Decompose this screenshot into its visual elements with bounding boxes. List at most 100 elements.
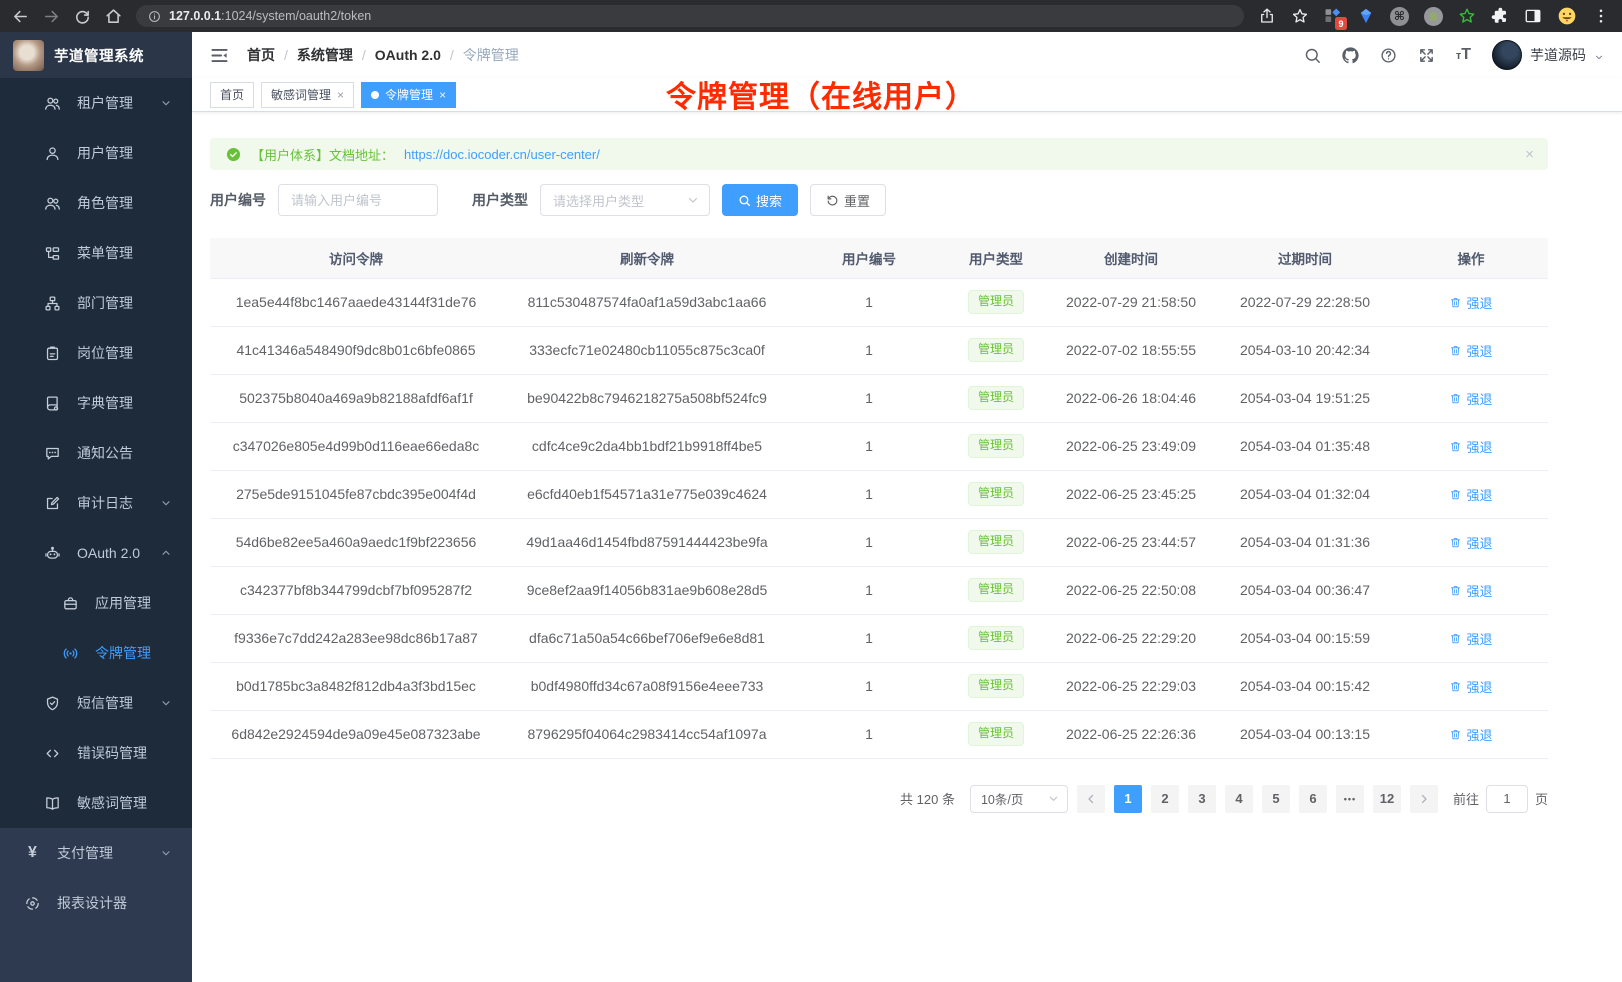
force-logout-button[interactable]: 强退	[1449, 677, 1492, 696]
breadcrumb-item-2[interactable]: OAuth 2.0	[375, 47, 441, 63]
reset-refresh-icon	[826, 194, 839, 207]
page-size-select[interactable]: 10条/页	[970, 785, 1068, 813]
hamburger-icon[interactable]	[210, 46, 229, 65]
sidebar-item-label: 短信管理	[77, 693, 133, 713]
force-logout-button[interactable]: 强退	[1449, 389, 1492, 408]
chevron-down-icon	[160, 97, 172, 109]
force-logout-button[interactable]: 强退	[1449, 437, 1492, 456]
search-button[interactable]: 搜索	[722, 184, 798, 216]
reset-button[interactable]: 重置	[810, 184, 886, 216]
help-icon[interactable]	[1380, 47, 1397, 64]
sidebar-menu: 租户管理用户管理角色管理菜单管理部门管理岗位管理字典管理通知公告审计日志OAut…	[0, 78, 192, 982]
sidebar-item-15[interactable]: ¥支付管理	[0, 828, 192, 878]
user-type-badge: 管理员	[968, 386, 1024, 410]
tab-0[interactable]: 首页	[210, 82, 254, 108]
github-icon[interactable]	[1342, 47, 1359, 64]
sidebar-item-4[interactable]: 部门管理	[0, 278, 192, 328]
user-menu[interactable]: 芋道源码	[1492, 40, 1604, 70]
tab-2[interactable]: 令牌管理×	[361, 82, 456, 108]
table-cell: 2054-03-04 19:51:25	[1216, 374, 1394, 422]
table-cell: 2022-06-25 23:49:09	[1046, 422, 1216, 470]
prev-page-button[interactable]	[1077, 785, 1105, 813]
goto-page-input[interactable]	[1486, 785, 1528, 813]
tab-close-icon[interactable]: ×	[337, 89, 344, 101]
force-logout-button[interactable]: 强退	[1449, 485, 1492, 504]
reload-icon[interactable]	[74, 8, 91, 25]
force-logout-button[interactable]: 强退	[1449, 581, 1492, 600]
page-button-1[interactable]: 1	[1114, 785, 1142, 813]
share-icon[interactable]	[1258, 7, 1276, 25]
forward-icon[interactable]	[43, 8, 60, 25]
home-icon[interactable]	[105, 8, 122, 25]
table-cell: 49d1aa46d1454fbd87591444423be9fa	[502, 518, 792, 566]
force-logout-button[interactable]: 强退	[1449, 725, 1492, 744]
page-button-6[interactable]: 6	[1299, 785, 1327, 813]
trash-icon	[1449, 536, 1462, 549]
force-logout-button[interactable]: 强退	[1449, 293, 1492, 312]
report-icon	[24, 895, 41, 912]
chevron-down-icon	[1048, 793, 1059, 804]
user-type-badge: 管理员	[968, 626, 1024, 650]
sidebar-item-16[interactable]: 报表设计器	[0, 878, 192, 928]
browser-toolbar: 127.0.0.1:1024/system/oauth2/token 9 ⌘	[0, 0, 1622, 32]
force-logout-button[interactable]: 强退	[1449, 341, 1492, 360]
sidebar-item-10[interactable]: 应用管理	[0, 578, 192, 628]
user-type-select[interactable]: 请选择用户类型	[540, 184, 710, 216]
next-page-button[interactable]	[1410, 785, 1438, 813]
page-button-5[interactable]: 5	[1262, 785, 1290, 813]
sidebar-item-6[interactable]: 字典管理	[0, 378, 192, 428]
sidebar-item-2[interactable]: 角色管理	[0, 178, 192, 228]
sidebar-item-11[interactable]: 令牌管理	[0, 628, 192, 678]
record-extension-icon[interactable]	[1424, 7, 1443, 26]
user-type-badge: 管理员	[968, 578, 1024, 602]
app-logo-bar[interactable]: 芋道管理系统	[0, 32, 192, 78]
bookmark-star-icon[interactable]	[1291, 7, 1309, 25]
breadcrumb-item-1[interactable]: 系统管理	[297, 45, 353, 65]
sidebar-item-label: 报表设计器	[57, 893, 127, 913]
sidebar-item-9[interactable]: OAuth 2.0	[0, 528, 192, 578]
sidebar-item-12[interactable]: 短信管理	[0, 678, 192, 728]
browser-menu-dots-icon[interactable]	[1592, 7, 1610, 25]
force-logout-button[interactable]: 强退	[1449, 629, 1492, 648]
alert-doc-link[interactable]: https://doc.iocoder.cn/user-center/	[404, 147, 600, 162]
extensions-grid-icon[interactable]: 9	[1324, 7, 1342, 25]
tab-close-icon[interactable]: ×	[439, 89, 446, 101]
sidebar-item-3[interactable]: 菜单管理	[0, 228, 192, 278]
fullscreen-icon[interactable]	[1418, 47, 1435, 64]
sidebar-item-5[interactable]: 岗位管理	[0, 328, 192, 378]
browser-extensions: 9 ⌘	[1258, 6, 1610, 26]
table-cell: 2022-06-25 22:50:08	[1046, 566, 1216, 614]
sidebar-item-0[interactable]: 租户管理	[0, 78, 192, 128]
sidebar-item-13[interactable]: 错误码管理	[0, 728, 192, 778]
search-icon[interactable]	[1304, 47, 1321, 64]
force-logout-button[interactable]: 强退	[1449, 533, 1492, 552]
sidebar-item-8[interactable]: 审计日志	[0, 478, 192, 528]
command-extension-icon[interactable]: ⌘	[1390, 7, 1409, 26]
sidebar-item-7[interactable]: 通知公告	[0, 428, 192, 478]
page-button-4[interactable]: 4	[1225, 785, 1253, 813]
alert-close-icon[interactable]: ×	[1525, 147, 1534, 162]
table-cell: 2022-06-25 22:26:36	[1046, 710, 1216, 758]
font-size-icon[interactable]: тT	[1456, 47, 1471, 63]
page-button-3[interactable]: 3	[1188, 785, 1216, 813]
table-cell: 强退	[1394, 278, 1548, 326]
sidebar-item-14[interactable]: 敏感词管理	[0, 778, 192, 828]
page-button-2[interactable]: 2	[1151, 785, 1179, 813]
address-bar[interactable]: 127.0.0.1:1024/system/oauth2/token	[136, 5, 1244, 27]
green-star-icon[interactable]	[1458, 7, 1476, 25]
puzzle-icon[interactable]	[1491, 7, 1509, 25]
back-icon[interactable]	[12, 8, 29, 25]
sidebar-item-1[interactable]: 用户管理	[0, 128, 192, 178]
tab-label: 敏感词管理	[271, 86, 331, 103]
side-panel-icon[interactable]	[1524, 7, 1542, 25]
table-cell: 强退	[1394, 422, 1548, 470]
page-ellipsis[interactable]: •••	[1336, 785, 1364, 813]
gem-icon[interactable]	[1357, 7, 1375, 25]
user-id-input[interactable]	[278, 184, 438, 216]
page-button-12[interactable]: 12	[1373, 785, 1401, 813]
table-cell: 1	[792, 566, 946, 614]
breadcrumb-item-0[interactable]: 首页	[247, 45, 275, 65]
tab-1[interactable]: 敏感词管理 ×	[261, 82, 354, 108]
emoji-avatar-icon[interactable]	[1557, 6, 1577, 26]
site-info-icon[interactable]	[148, 10, 161, 23]
